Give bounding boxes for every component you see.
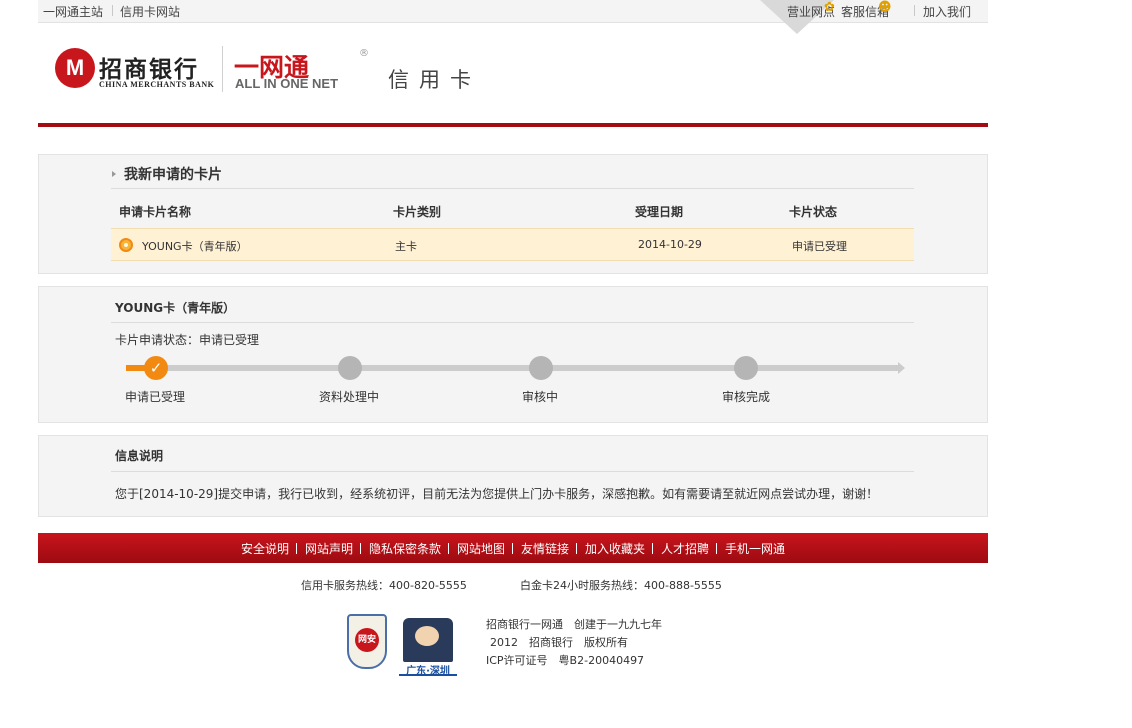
footer-link-careers[interactable]: 人才招聘 [652, 540, 717, 557]
cell-accept-date: 2014-10-29 [638, 238, 702, 251]
footer-link-sitemap[interactable]: 网站地图 [447, 540, 513, 557]
badge-face [415, 626, 439, 646]
applications-panel: 我新申请的卡片 申请卡片名称 卡片类别 受理日期 卡片状态 YOUNG卡（青年版… [38, 154, 988, 274]
step-node-done-check-icon: ✓ [144, 356, 168, 380]
top-link-join-us[interactable]: 加入我们 [923, 3, 971, 20]
step-label-accepted: 申请已受理 [125, 390, 186, 404]
progress-panel: YOUNG卡（青年版） 卡片申请状态：申请已受理 ✓ 申请已受理 资料处理中 审… [38, 286, 988, 423]
bank-name-cn: 招商银行 [99, 57, 199, 83]
footer-link-bookmark[interactable]: 加入收藏夹 [576, 540, 653, 557]
copyright-line-2: 2012 招商银行 版权所有 [490, 636, 628, 649]
col-header-card-status: 卡片状态 [789, 205, 838, 219]
footer-link-friends[interactable]: 友情链接 [511, 540, 577, 557]
divider [111, 188, 914, 189]
applications-title: 我新申请的卡片 [124, 167, 222, 183]
application-status: 卡片申请状态：申请已受理 [115, 331, 259, 348]
step-node-pending [529, 356, 553, 380]
col-header-card-name: 申请卡片名称 [119, 205, 192, 219]
progress-arrow-icon [898, 362, 905, 374]
section-title-credit-card: 信用卡 [388, 68, 481, 92]
icp-license: ICP许可证号 粤B2-20040497 [486, 654, 645, 667]
bank-name-en: CHINA MERCHANTS BANK [99, 80, 215, 89]
top-separator [914, 5, 915, 16]
mascot-icon: ✿ [824, 0, 835, 15]
cell-card-category: 主卡 [395, 240, 417, 253]
status-label: 卡片申请状态： [115, 333, 200, 347]
hotline-platinum: 白金卡24小时服务热线：400-888-5555 [520, 579, 722, 592]
divider [111, 322, 914, 323]
selected-radio-icon[interactable] [119, 238, 133, 252]
cmb-logo-icon[interactable]: M [55, 48, 95, 88]
arrow-right-icon [112, 171, 116, 177]
step-label-reviewing: 审核中 [522, 390, 559, 404]
cell-card-status: 申请已受理 [792, 240, 847, 253]
status-value: 申请已受理 [199, 333, 260, 347]
col-header-accept-date: 受理日期 [635, 205, 684, 219]
badge-text: 网安 [355, 628, 379, 652]
hotline-credit-card: 信用卡服务热线：400-820-5555 [301, 579, 467, 592]
copyright-line-1: 招商银行一网通 创建于一九九七年 [486, 618, 662, 631]
mascot-figure-icon: ☻ [878, 0, 892, 15]
step-label-processing: 资料处理中 [319, 390, 380, 404]
header-rule [38, 123, 988, 127]
progress-track [126, 365, 898, 371]
cell-card-name: YOUNG卡（青年版） [142, 240, 248, 253]
logo-divider [222, 46, 223, 92]
all-in-one-net-en: ALL IN ONE NET [235, 76, 339, 91]
top-separator [112, 5, 113, 16]
badge-region-label: 广东·深圳 [399, 662, 457, 677]
top-bar: 一网通主站 信用卡网站 营业网点 ✿ 客服信箱 ☻ 加入我们 [38, 0, 988, 34]
footer-nav: 安全说明 网站声明 隐私保密条款 网站地图 友情链接 加入收藏夹 人才招聘 手机一网通 [38, 533, 988, 563]
step-label-review-complete: 审核完成 [722, 390, 771, 404]
police-mascot-badge-icon[interactable]: 广东·深圳 [399, 606, 457, 677]
divider [111, 471, 914, 472]
footer-link-security[interactable]: 安全说明 [233, 540, 297, 557]
footer-link-mobile[interactable]: 手机一网通 [716, 540, 793, 557]
info-message: 您于[2014-10-29]提交申请，我行已收到，经系统初评，目前无法为您提供上… [115, 487, 879, 501]
top-link-main-site[interactable]: 一网通主站 [43, 3, 103, 20]
col-header-card-category: 卡片类别 [393, 205, 442, 219]
registered-mark: ® [359, 48, 369, 59]
cyber-police-badge-icon[interactable]: 网安 [347, 614, 387, 669]
info-title: 信息说明 [115, 449, 164, 463]
footer-link-privacy[interactable]: 隐私保密条款 [359, 540, 449, 557]
top-link-credit-card-site[interactable]: 信用卡网站 [120, 3, 180, 20]
progress-card-title: YOUNG卡（青年版） [115, 301, 236, 315]
step-node-pending [338, 356, 362, 380]
step-node-pending [734, 356, 758, 380]
table-row[interactable]: YOUNG卡（青年版） 主卡 2014-10-29 申请已受理 [111, 228, 914, 261]
info-panel: 信息说明 您于[2014-10-29]提交申请，我行已收到，经系统初评，目前无法… [38, 435, 988, 517]
footer-link-statement[interactable]: 网站声明 [295, 540, 361, 557]
